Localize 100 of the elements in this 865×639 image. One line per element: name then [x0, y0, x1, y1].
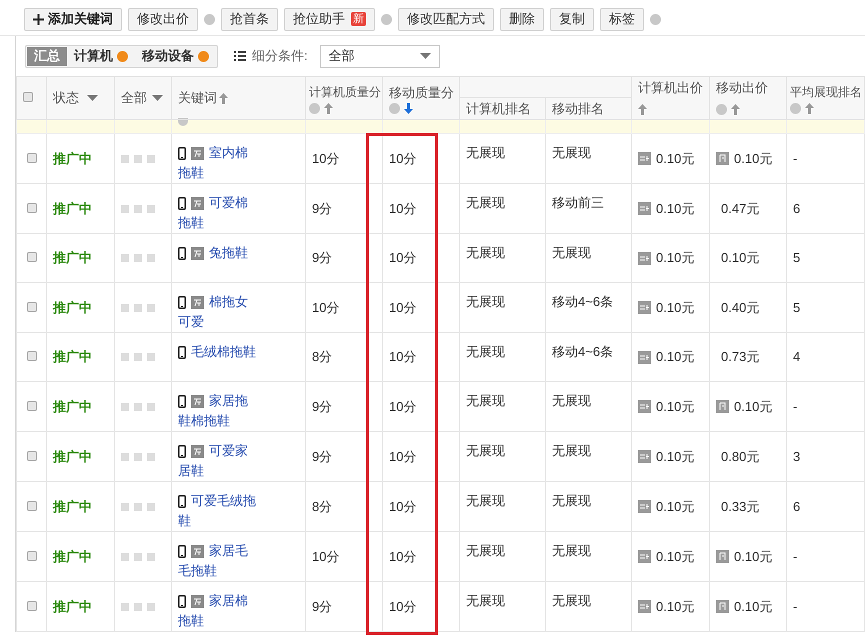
square-dots-icon [121, 154, 155, 162]
filter-dropdown[interactable]: 全部 [320, 44, 440, 68]
toolbar-button[interactable]: 标签 [600, 8, 644, 30]
pc-price-icon [638, 450, 651, 463]
pc-rank-text: 无展现 [466, 443, 505, 458]
mobile-quality-score: 10分 [389, 300, 416, 315]
mobile-price-icon [716, 400, 729, 413]
row-checkbox[interactable] [26, 152, 36, 163]
toolbar-button[interactable]: 复制 [550, 8, 594, 30]
pc-price-icon [638, 350, 651, 364]
pc-quality-score: 9分 [312, 398, 332, 414]
mobile-rank-text: 无展现 [552, 393, 591, 408]
column-header[interactable]: 状态 [53, 88, 79, 108]
caret-icon[interactable] [87, 95, 98, 101]
help-icon[interactable] [117, 50, 128, 62]
phone-icon [178, 594, 186, 608]
mobile-price-text: 0.10元 [734, 150, 772, 168]
mobile-rank-text: 移动4~6条 [552, 344, 614, 359]
sort-up-arrow-icon[interactable] [730, 104, 740, 116]
toolbar-button[interactable]: 抢位助手 新 [284, 8, 375, 30]
pc-price-text: 0.10元 [656, 200, 694, 218]
mobile-rank-text: 移动前三 [552, 195, 604, 210]
segment-tab[interactable]: 计算机 [67, 46, 135, 66]
help-icon[interactable] [204, 14, 215, 24]
column-header[interactable]: 关键词 [178, 88, 217, 108]
pc-quality-score: 8分 [312, 498, 332, 514]
pc-price-text: 0.10元 [656, 150, 694, 168]
mobile-price-icon [716, 550, 729, 563]
row-checkbox[interactable] [26, 400, 36, 411]
help-icon[interactable] [716, 104, 727, 116]
help-icon[interactable] [389, 103, 400, 114]
pc-price-text: 0.10元 [656, 548, 694, 566]
row-checkbox[interactable] [26, 550, 36, 561]
phone-icon [178, 196, 186, 210]
caret-icon[interactable] [420, 53, 431, 59]
toolbar-button[interactable]: 修改出价 [128, 8, 198, 30]
row-checkbox[interactable] [26, 202, 36, 213]
pc-quality-score: 8分 [312, 349, 332, 364]
pc-rank-text: 无展现 [466, 393, 505, 408]
pc-quality-score: 9分 [312, 598, 332, 614]
pc-rank-text: 无展现 [466, 145, 505, 160]
avg-rank-text: - [793, 548, 798, 564]
row-checkbox[interactable] [26, 500, 36, 511]
pc-quality-score: 9分 [312, 200, 332, 216]
mobile-quality-score: 10分 [389, 548, 416, 564]
toolbar-button[interactable]: 抢首条 [221, 8, 278, 30]
sort-up-arrow-icon[interactable] [638, 104, 647, 116]
tag-icon [191, 594, 204, 608]
phone-icon [178, 494, 186, 508]
pc-price-text: 0.10元 [656, 249, 694, 268]
phone-icon [178, 296, 186, 308]
phone-icon [178, 346, 186, 358]
help-icon[interactable] [790, 103, 801, 114]
mobile-price-text: 0.40元 [721, 298, 760, 317]
row-checkbox[interactable] [26, 450, 36, 461]
help-icon[interactable] [309, 103, 320, 114]
mobile-rank-text: 无展现 [552, 593, 591, 608]
mobile-price-text: 0.33元 [721, 498, 760, 516]
help-icon[interactable] [650, 14, 661, 24]
pc-price-icon [638, 500, 651, 513]
caret-icon[interactable] [152, 95, 163, 101]
avg-rank-text: - [793, 598, 798, 614]
pc-price-text: 0.10元 [656, 348, 694, 366]
avg-rank-text: - [793, 150, 798, 166]
status-text: 推广中 [53, 349, 92, 364]
toolbar-button[interactable]: 修改匹配方式 [398, 8, 494, 30]
phone-icon [178, 544, 186, 558]
mobile-quality-score: 10分 [389, 598, 416, 614]
toolbar-button[interactable]: 添加关键词 [24, 8, 122, 30]
avg-rank-text: 6 [793, 498, 800, 514]
tag-icon [191, 394, 204, 408]
square-dots-icon [121, 353, 155, 361]
toolbar-button[interactable]: 删除 [500, 8, 544, 30]
mobile-rank-text: 移动4~6条 [552, 294, 614, 309]
sort-up-arrow-icon[interactable] [805, 103, 814, 114]
row-checkbox[interactable] [26, 351, 36, 362]
status-text: 推广中 [53, 300, 92, 315]
tag-icon [191, 146, 204, 160]
sort-down-arrow-icon[interactable] [404, 103, 413, 114]
status-text: 推广中 [53, 250, 92, 266]
sort-up-arrow-icon[interactable] [219, 92, 228, 104]
row-checkbox[interactable] [26, 302, 36, 312]
select-all-checkbox[interactable] [23, 92, 33, 102]
help-icon[interactable] [381, 14, 392, 24]
pc-rank-text: 无展现 [466, 344, 505, 359]
help-icon[interactable] [198, 50, 209, 62]
square-dots-icon [121, 552, 155, 560]
pc-rank-text: 无展现 [466, 493, 505, 508]
phone-icon [178, 394, 186, 408]
mobile-price-text: 0.10元 [721, 249, 760, 268]
pc-rank-text: 无展现 [466, 294, 505, 309]
row-checkbox[interactable] [26, 252, 36, 262]
square-dots-icon [121, 502, 155, 510]
sort-up-arrow-icon[interactable] [324, 103, 333, 114]
segment-tab[interactable]: 移动设备 [135, 46, 216, 66]
status-text: 推广中 [53, 448, 92, 464]
status-text: 推广中 [53, 398, 92, 414]
row-checkbox[interactable] [26, 600, 36, 611]
pc-price-text: 0.10元 [656, 498, 694, 516]
tag-icon [191, 444, 204, 458]
